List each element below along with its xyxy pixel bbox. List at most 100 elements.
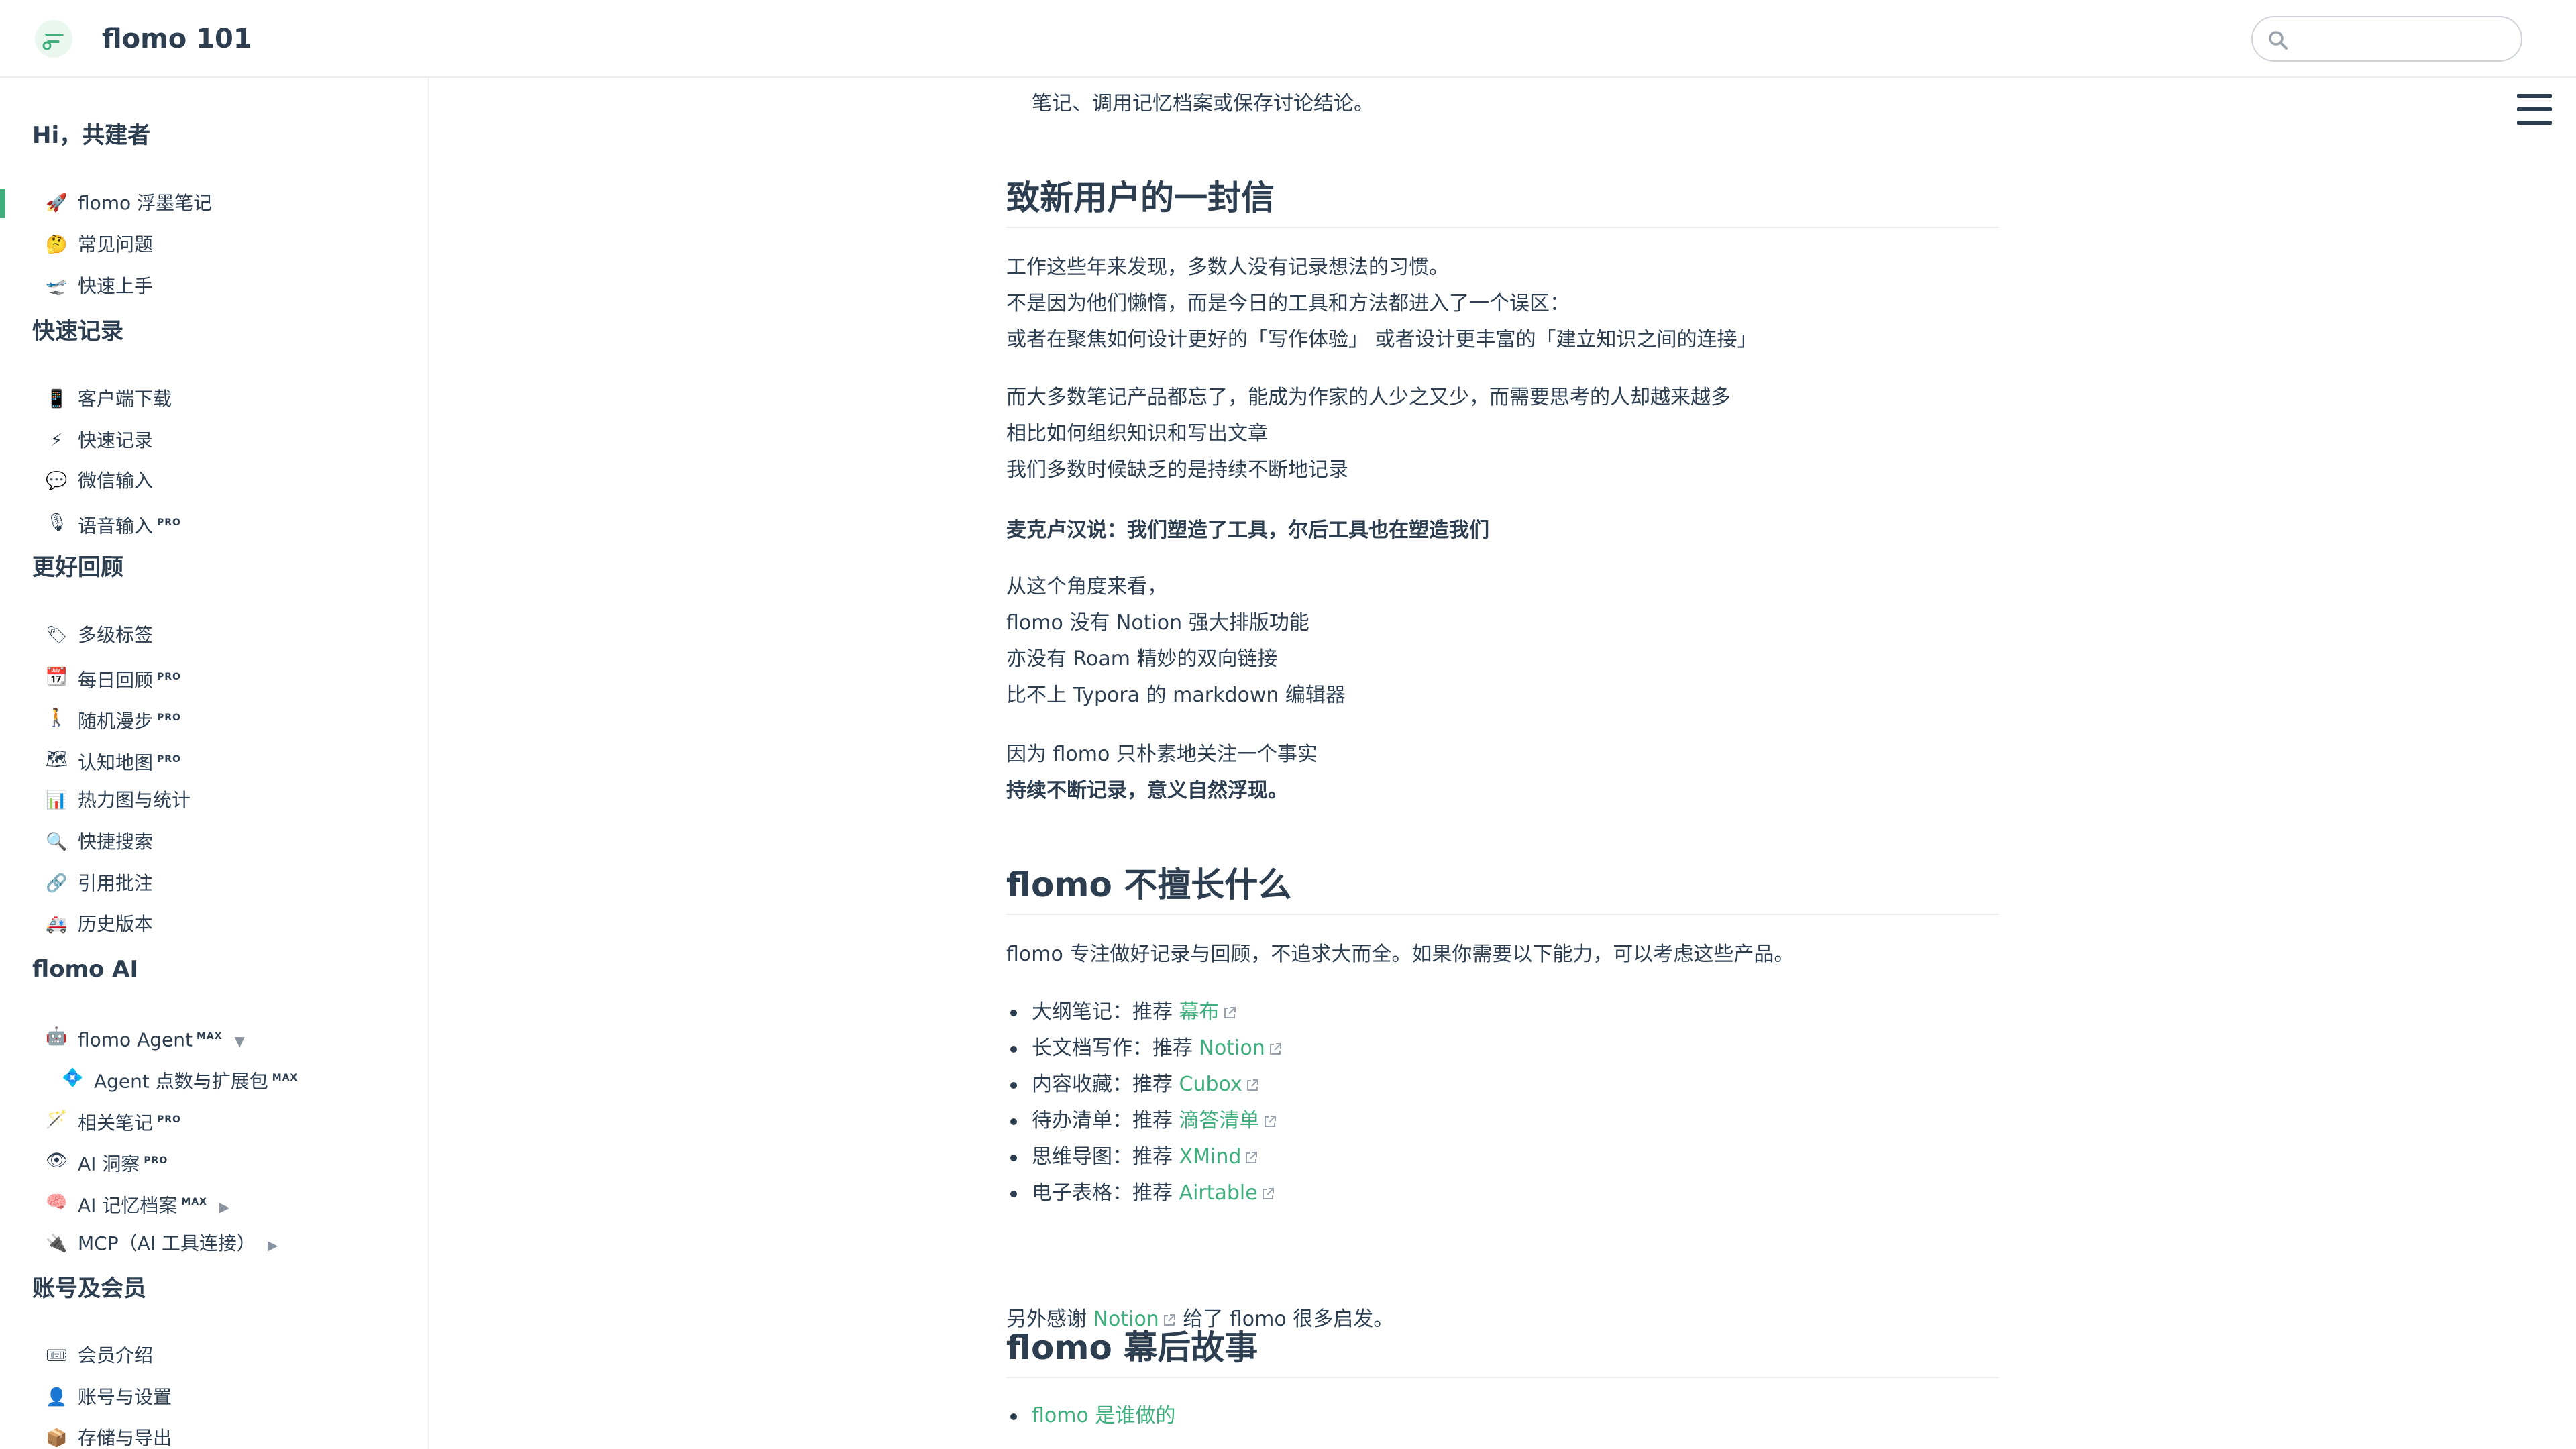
map-icon: 🗺 bbox=[46, 749, 68, 769]
section-heading-letter: 致新用户的一封信 bbox=[1006, 178, 1275, 217]
max-badge: MAX bbox=[181, 1197, 207, 1208]
link-xmind[interactable]: XMind bbox=[1179, 1145, 1242, 1169]
list-item: 长文档写作：推荐 Notion bbox=[1006, 1030, 1999, 1067]
sidebar-item-label: MCP（AI 工具连接） bbox=[78, 1232, 256, 1254]
sidebar-group-title: 更好回顾 bbox=[32, 554, 123, 581]
external-link-icon bbox=[1264, 1115, 1276, 1127]
chevron-down-icon[interactable]: ▼ bbox=[235, 1028, 245, 1055]
sidebar-item-download[interactable]: 📱 客户端下载 bbox=[0, 380, 427, 418]
sidebar-item-label: 语音输入 bbox=[78, 515, 154, 537]
heading-divider bbox=[1006, 914, 1999, 915]
sidebar-item-label: 客户端下载 bbox=[78, 388, 172, 410]
sidebar-item-label: 相关笔记 bbox=[78, 1112, 154, 1134]
pro-badge: PRO bbox=[157, 672, 181, 682]
thinking-face-icon: 🤔 bbox=[46, 235, 68, 255]
sidebar-item-agent-points[interactable]: 💠 Agent 点数与扩展包 MAX bbox=[0, 1059, 427, 1097]
max-badge: MAX bbox=[272, 1073, 299, 1083]
hamburger-menu-icon[interactable] bbox=[2517, 94, 2552, 125]
sidebar-group-title: flomo AI bbox=[32, 956, 139, 983]
sidebar-item-flomo[interactable]: 🚀 flomo 浮墨笔记 bbox=[0, 184, 427, 222]
sidebar-item-mcp[interactable]: 🔌 MCP（AI 工具连接） ▶ bbox=[0, 1225, 427, 1263]
sidebar-item-membership[interactable]: 🎟 会员介绍 bbox=[0, 1337, 427, 1375]
search-input[interactable] bbox=[2297, 24, 2512, 55]
pro-badge: PRO bbox=[157, 754, 181, 765]
sidebar-item-label: Agent 点数与扩展包 bbox=[94, 1070, 268, 1093]
external-link-icon bbox=[1246, 1079, 1258, 1091]
chevron-right-icon[interactable]: ▶ bbox=[219, 1193, 229, 1220]
sidebar-item-storage[interactable]: 📦 存储与导出 bbox=[0, 1419, 427, 1449]
sidebar-item-wechat[interactable]: 💬 微信输入 bbox=[0, 462, 427, 500]
sidebar-item-label: 快速记录 bbox=[78, 429, 154, 451]
diamond-icon: 💠 bbox=[62, 1068, 84, 1088]
flomo-logo[interactable] bbox=[35, 20, 72, 58]
sidebar-item-daily-review[interactable]: 📆 每日回顾 PRO bbox=[0, 658, 427, 696]
calendar-icon: 📆 bbox=[46, 667, 68, 687]
sidebar-item-annotation[interactable]: 🔗 引用批注 bbox=[0, 865, 427, 902]
pro-badge: PRO bbox=[157, 517, 181, 528]
sidebar-item-quickstart[interactable]: 🛫 快速上手 bbox=[0, 268, 427, 305]
sidebar-item-label: 每日回顾 bbox=[78, 669, 154, 692]
robot-icon: 🤖 bbox=[46, 1026, 68, 1046]
sidebar-item-ai-insight[interactable]: 👁 AI 洞察 PRO bbox=[0, 1142, 427, 1179]
eye-icon: 👁 bbox=[46, 1150, 68, 1171]
sidebar-item-tags[interactable]: 🏷 多级标签 bbox=[0, 616, 427, 654]
sidebar-item-account[interactable]: 👤 账号与设置 bbox=[0, 1379, 427, 1416]
sidebar-item-heatmap[interactable]: 📊 热力图与统计 bbox=[0, 782, 427, 819]
mobile-phone-icon: 📱 bbox=[46, 389, 68, 409]
link-cubox[interactable]: Cubox bbox=[1179, 1073, 1242, 1096]
search-box[interactable] bbox=[2251, 16, 2522, 62]
sidebar-item-cognitive-map[interactable]: 🗺 认知地图 PRO bbox=[0, 741, 427, 778]
paragraph: 而大多数笔记产品都忘了，能成为作家的人少之又少，而需要思考的人却越来越多 相比如… bbox=[1006, 386, 1731, 482]
paragraph: 工作这些年来发现，多数人没有记录想法的习惯。 不是因为他们懒惰，而是今日的工具和… bbox=[1006, 256, 1758, 352]
heading-divider bbox=[1006, 1377, 1999, 1378]
sidebar-item-label: 常见问题 bbox=[78, 233, 154, 256]
airplane-icon: 🛫 bbox=[46, 276, 68, 297]
link-notion[interactable]: Notion bbox=[1199, 1036, 1265, 1060]
sidebar-item-voice[interactable]: 🎙 语音输入 PRO bbox=[0, 504, 427, 541]
sidebar-item-history[interactable]: 🚑 历史版本 bbox=[0, 906, 427, 943]
sidebar-item-agent[interactable]: 🤖 flomo Agent MAX ▼ bbox=[0, 1018, 427, 1055]
pro-badge: PRO bbox=[144, 1155, 168, 1166]
sidebar-item-related-notes[interactable]: 🪄 相关笔记 PRO bbox=[0, 1101, 427, 1138]
sidebar-item-label: 多级标签 bbox=[78, 624, 154, 646]
sidebar: Hi，共建者 🚀 flomo 浮墨笔记 🤔 常见问题 🛫 快速上手 快速记录 📱… bbox=[0, 78, 429, 1449]
bar-chart-icon: 📊 bbox=[46, 790, 68, 810]
sidebar-item-label: 引用批注 bbox=[78, 872, 154, 894]
sidebar-item-label: 历史版本 bbox=[78, 913, 154, 935]
link-airtable[interactable]: Airtable bbox=[1179, 1181, 1258, 1205]
sidebar-item-label: 热力图与统计 bbox=[78, 789, 191, 811]
recommendation-list: 大纲笔记：推荐 幕布 长文档写作：推荐 Notion 内容收藏：推荐 Cubox… bbox=[1006, 994, 1999, 1212]
list-item: 电子表格：推荐 Airtable bbox=[1006, 1175, 1999, 1212]
link-mubu[interactable]: 幕布 bbox=[1179, 1000, 1220, 1024]
sidebar-item-ai-memory[interactable]: 🧠 AI 记忆档案 MAX ▶ bbox=[0, 1183, 427, 1221]
sidebar-item-label: AI 洞察 bbox=[78, 1152, 140, 1175]
sidebar-group-title: 快速记录 bbox=[32, 318, 123, 345]
lightning-icon: ⚡ bbox=[50, 431, 63, 451]
sidebar-group-title: Hi，共建者 bbox=[32, 122, 151, 149]
site-title[interactable]: flomo 101 bbox=[102, 19, 252, 59]
sidebar-item-label: 快捷搜索 bbox=[78, 830, 154, 853]
sidebar-item-label: 随机漫步 bbox=[78, 710, 154, 733]
package-icon: 📦 bbox=[46, 1428, 68, 1448]
list-item: 待办清单：推荐 滴答清单 bbox=[1006, 1103, 1999, 1139]
sidebar-item-quick-record[interactable]: ⚡ 快速记录 bbox=[0, 422, 427, 460]
list-item: flomo 是谁做的 bbox=[1006, 1398, 1999, 1434]
chevron-right-icon[interactable]: ▶ bbox=[268, 1232, 278, 1258]
external-link-icon bbox=[1262, 1187, 1274, 1199]
external-link-icon bbox=[1246, 1151, 1258, 1163]
list-item: 大纲笔记：推荐 幕布 bbox=[1006, 994, 1999, 1030]
top-navbar: flomo 101 bbox=[0, 0, 2576, 78]
sidebar-item-random-walk[interactable]: 🚶 随机漫步 PRO bbox=[0, 699, 427, 737]
pro-badge: PRO bbox=[157, 712, 181, 723]
sidebar-group-title: 账号及会员 bbox=[32, 1275, 146, 1302]
label-tag-icon: 🏷 bbox=[46, 625, 68, 645]
sidebar-item-search[interactable]: 🔍 快捷搜索 bbox=[0, 823, 427, 861]
link-who-made-flomo[interactable]: flomo 是谁做的 bbox=[1032, 1404, 1175, 1428]
paragraph: flomo 专注做好记录与回顾，不追求大而全。如果你需要以下能力，可以考虑这些产… bbox=[1006, 943, 1794, 966]
speech-bubble-icon: 💬 bbox=[46, 471, 68, 491]
link-dida[interactable]: 滴答清单 bbox=[1179, 1109, 1260, 1132]
list-item: 内容收藏：推荐 Cubox bbox=[1006, 1067, 1999, 1103]
magnifier-icon: 🔍 bbox=[46, 832, 68, 852]
heading-divider bbox=[1006, 227, 1999, 228]
sidebar-item-faq[interactable]: 🤔 常见问题 bbox=[0, 226, 427, 264]
